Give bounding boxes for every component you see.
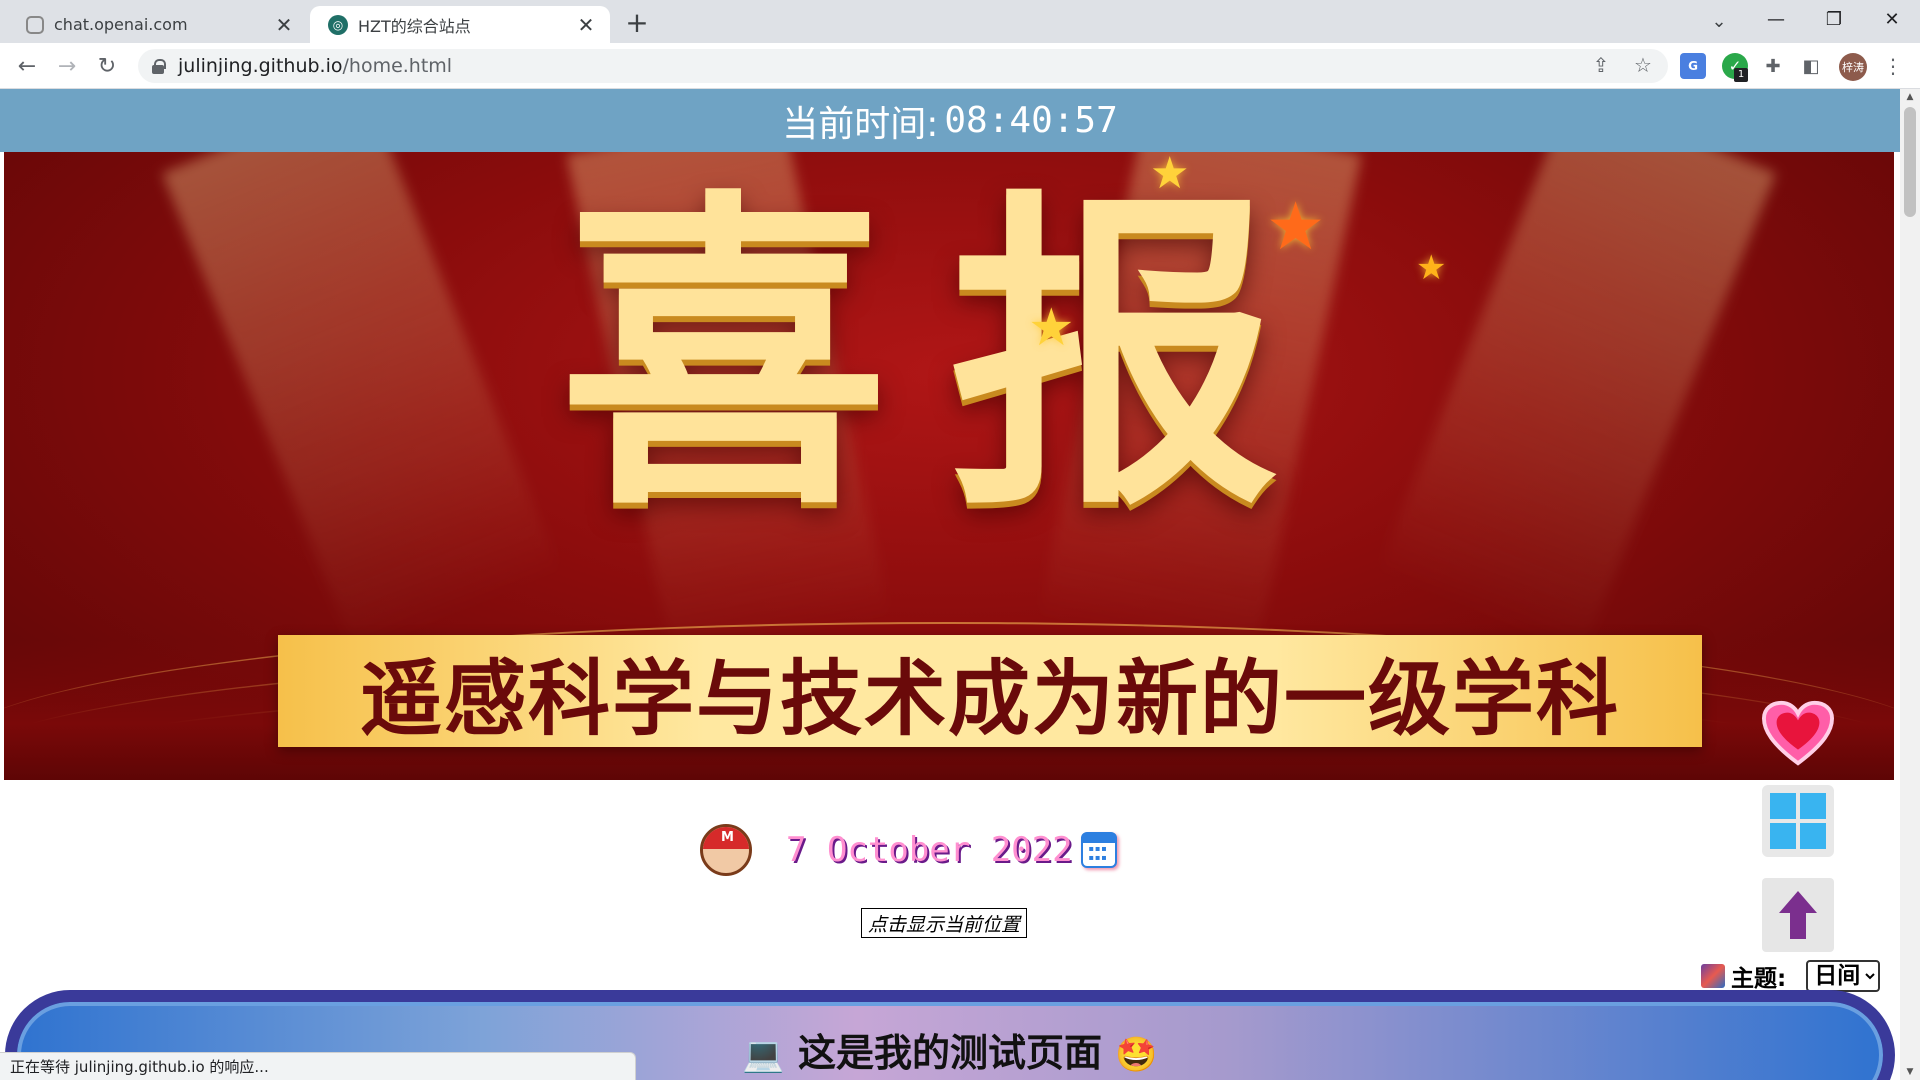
page-viewport: 当前时间: 08:40:57 喜报 ★ ★ ★ ★ 遥感科学与技术成为新的一级学… <box>0 89 1900 1080</box>
translate-icon[interactable]: G <box>1680 53 1706 79</box>
tab-strip: chat.openai.com ✕ ◎ HZT的综合站点 ✕ + ⌄ — ❐ ✕ <box>0 0 1920 43</box>
time-label: 当前时间: <box>782 103 939 145</box>
mario-avatar-icon <box>700 824 752 876</box>
new-tab-button[interactable]: + <box>622 9 652 40</box>
star-icon: ★ <box>1416 248 1447 288</box>
page-scrollbar[interactable]: ▲ ▼ <box>1900 89 1920 1080</box>
minimize-button[interactable]: — <box>1748 0 1804 38</box>
time-bar: 当前时间: 08:40:57 <box>0 89 1900 152</box>
extension-badge: 1 <box>1734 68 1748 82</box>
globe-icon: ◎ <box>328 14 348 35</box>
banner-subtitle: 遥感科学与技术成为新的一级学科 <box>359 651 1620 747</box>
computer-icon: 💻 <box>742 1035 785 1075</box>
windows-icon[interactable] <box>1762 785 1834 857</box>
time-value: 08:40:57 <box>944 100 1118 141</box>
theme-label: 主题: <box>1731 966 1787 992</box>
star-icon[interactable]: ☆ <box>1629 51 1657 79</box>
tab-hzt-site[interactable]: ◎ HZT的综合站点 ✕ <box>310 6 610 43</box>
browser-toolbar: ← → ↻ julinjing.github.io/home.html ⇪ ☆ … <box>0 43 1920 89</box>
tab-title: HZT的综合站点 <box>358 16 471 36</box>
calendar-icon <box>1080 832 1117 868</box>
tab-chat-openai[interactable]: chat.openai.com ✕ <box>8 6 308 43</box>
close-icon[interactable]: ✕ <box>574 13 598 37</box>
url-text[interactable]: julinjing.github.io/home.html <box>178 55 452 77</box>
reload-icon[interactable]: ↻ <box>92 51 122 81</box>
arrow-up-icon <box>1779 891 1817 939</box>
star-icon: ★ <box>1266 188 1326 265</box>
star-icon: ★ <box>1150 152 1190 199</box>
announcement-banner: 喜报 ★ ★ ★ ★ 遥感科学与技术成为新的一级学科 <box>4 152 1894 780</box>
url-host: julinjing.github.io <box>178 55 343 77</box>
heart-icon[interactable] <box>1762 699 1834 769</box>
avatar[interactable]: 梓涛 <box>1839 53 1867 81</box>
openai-icon <box>26 15 44 34</box>
show-location-button[interactable]: 点击显示当前位置 <box>861 908 1028 938</box>
kebab-menu-icon[interactable]: ⋮ <box>1880 53 1906 79</box>
close-window-button[interactable]: ✕ <box>1864 0 1920 38</box>
theme-switcher: 主题: 日间 <box>1701 959 1881 993</box>
banner-headline: 喜报 <box>559 165 1339 549</box>
url-path: /home.html <box>342 55 453 77</box>
status-bar: 正在等待 julinjing.github.io 的响应... <box>0 1052 636 1080</box>
theme-picture-icon <box>1701 964 1725 988</box>
forward-arrow-icon[interactable]: → <box>52 51 82 81</box>
date-line: 7 October 2022 <box>700 819 1117 881</box>
scroll-down-icon[interactable]: ▼ <box>1900 1064 1920 1080</box>
windows-logo <box>1770 793 1826 849</box>
current-date: 7 October 2022 <box>786 830 1073 870</box>
theme-select[interactable]: 日间 <box>1806 960 1881 992</box>
back-to-top-button[interactable] <box>1762 878 1834 952</box>
close-icon[interactable]: ✕ <box>272 13 296 37</box>
heart-graphic <box>1762 700 1834 766</box>
puzzle-icon[interactable]: ✚ <box>1760 53 1786 79</box>
sidepanel-icon[interactable]: ◧ <box>1798 53 1824 79</box>
scroll-up-icon[interactable]: ▲ <box>1900 89 1920 105</box>
chevron-down-icon[interactable]: ⌄ <box>1705 8 1733 36</box>
banner-ribbon: 遥感科学与技术成为新的一级学科 <box>278 635 1702 747</box>
lock-icon[interactable] <box>152 59 166 74</box>
address-bar[interactable]: julinjing.github.io/home.html <box>138 49 1668 83</box>
restore-button[interactable]: ❐ <box>1806 0 1862 38</box>
star-struck-icon: 🤩 <box>1115 1035 1158 1075</box>
tab-title: chat.openai.com <box>54 15 188 34</box>
test-page-title: 这是我的测试页面 <box>797 1031 1102 1075</box>
scrollbar-thumb[interactable] <box>1904 107 1916 217</box>
back-arrow-icon[interactable]: ← <box>12 51 42 81</box>
star-icon: ★ <box>1028 298 1075 358</box>
share-icon[interactable]: ⇪ <box>1587 51 1615 79</box>
